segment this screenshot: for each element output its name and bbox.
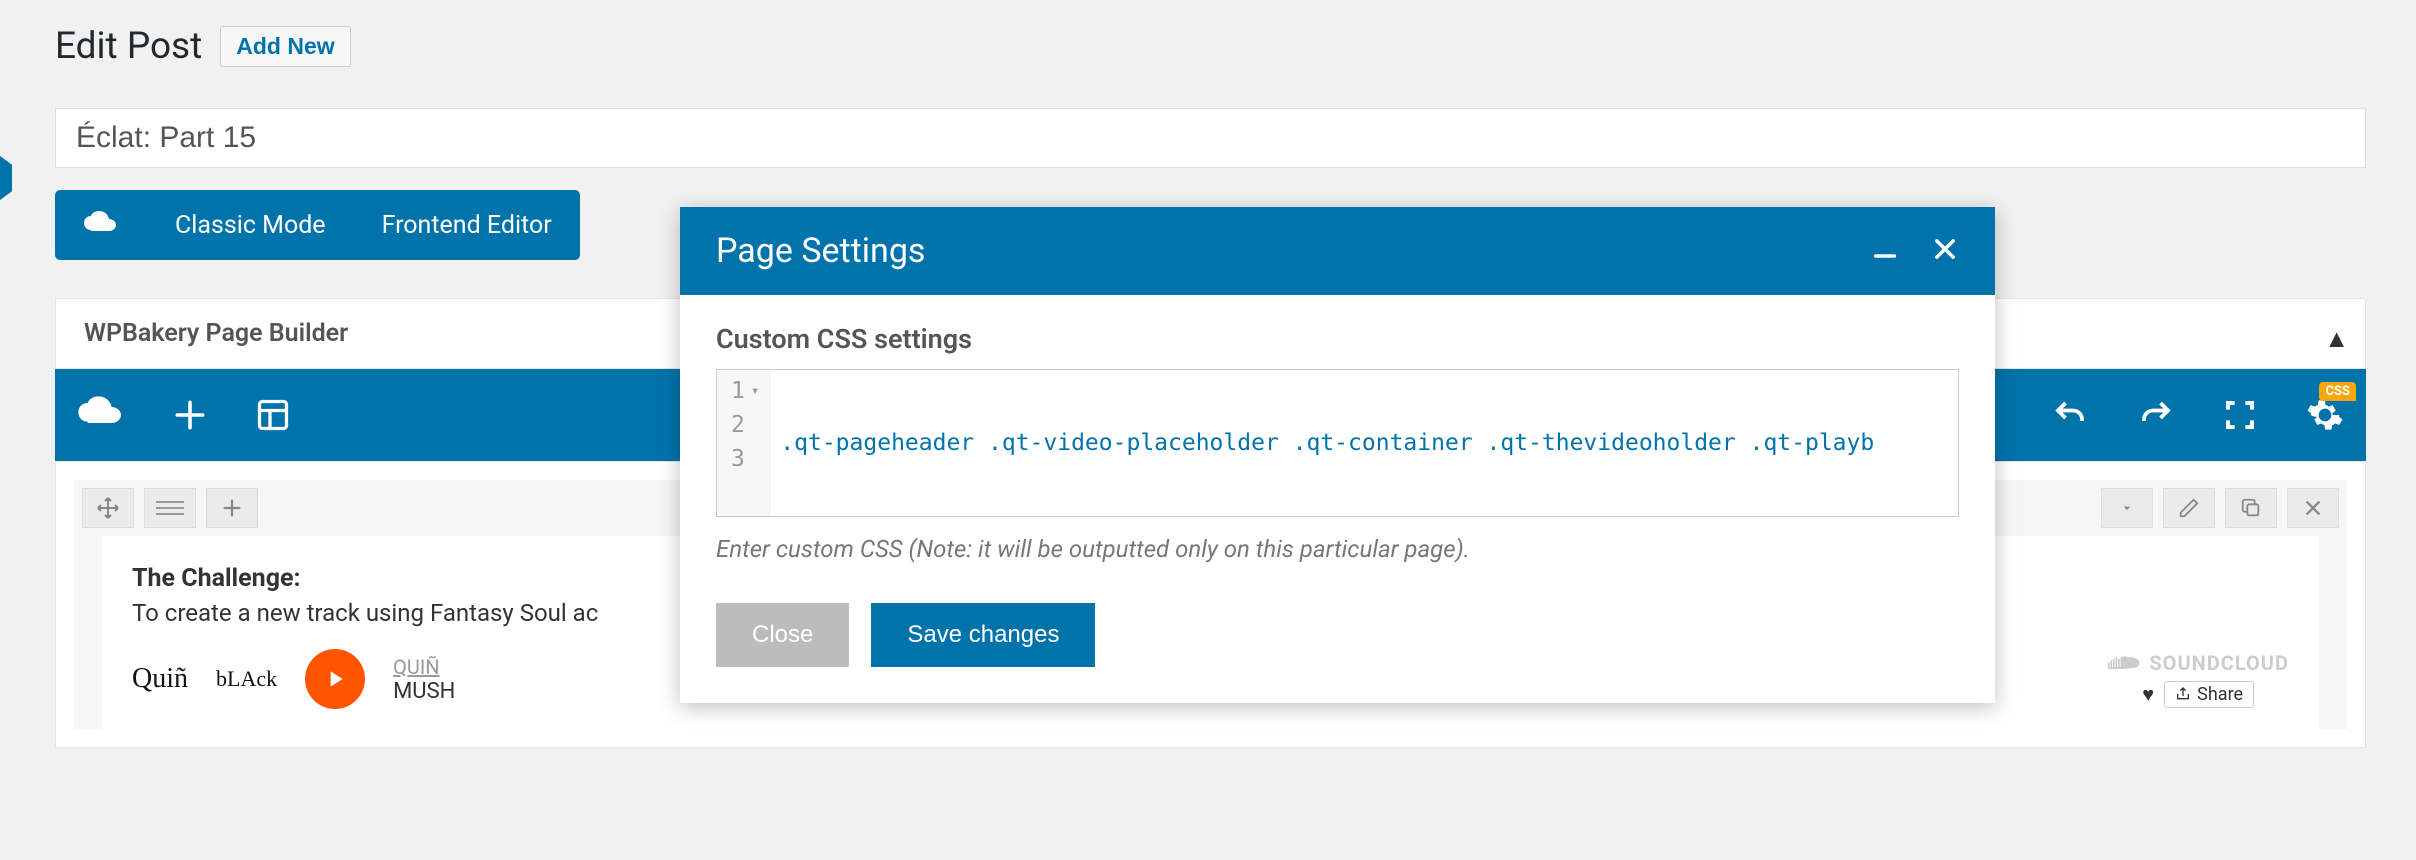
wpbakery-logo-icon[interactable]	[77, 395, 125, 435]
soundcloud-icon	[2107, 654, 2141, 672]
artist-script-1: Quiñ	[132, 663, 188, 695]
css-help-note: Enter custom CSS (Note: it will be outpu…	[716, 535, 1959, 563]
gear-icon	[2306, 396, 2344, 434]
fold-marker-icon: ▾	[751, 383, 759, 399]
edit-row-button[interactable]	[2163, 488, 2215, 528]
page-settings-gear-button[interactable]: CSS	[2306, 396, 2344, 434]
close-icon	[2302, 497, 2324, 519]
chevron-down-icon	[2119, 500, 2135, 516]
custom-css-label: Custom CSS settings	[716, 323, 1959, 355]
wpbakery-panel-title: WPBakery Page Builder	[84, 319, 348, 348]
add-new-button[interactable]: Add New	[220, 26, 350, 67]
builder-mode-bar: Classic Mode Frontend Editor	[55, 190, 580, 260]
soundcloud-logo[interactable]: SOUNDCLOUD	[2107, 651, 2289, 675]
clone-row-button[interactable]	[2225, 488, 2277, 528]
classic-mode-button[interactable]: Classic Mode	[147, 191, 354, 260]
pencil-icon	[2178, 497, 2200, 519]
plus-icon	[221, 497, 243, 519]
play-icon	[322, 666, 348, 692]
move-arrows-icon	[96, 496, 120, 520]
close-modal-button[interactable]	[1931, 235, 1959, 267]
post-title-input[interactable]	[55, 108, 2366, 168]
play-button[interactable]	[305, 649, 365, 709]
add-column-button[interactable]	[206, 488, 258, 528]
row-dropdown-button[interactable]	[2101, 488, 2153, 528]
row-layout-button[interactable]	[144, 488, 196, 528]
share-icon	[2175, 686, 2191, 702]
fullscreen-icon[interactable]	[2224, 399, 2256, 431]
modal-title: Page Settings	[716, 231, 925, 271]
share-button[interactable]: Share	[2164, 681, 2254, 708]
hamburger-icon	[156, 501, 184, 515]
wpbakery-icon	[83, 210, 119, 240]
artist-script-2: bLAck	[216, 666, 277, 692]
wpbakery-logo[interactable]	[55, 190, 147, 260]
modal-header[interactable]: Page Settings	[680, 207, 1995, 295]
delete-row-button[interactable]	[2287, 488, 2339, 528]
css-badge: CSS	[2319, 382, 2356, 401]
close-button[interactable]: Close	[716, 603, 849, 667]
copy-icon	[2240, 497, 2262, 519]
page-settings-modal: Page Settings Custom CSS settings 1▾ 2▾ …	[680, 207, 1995, 703]
undo-icon[interactable]	[2052, 397, 2088, 433]
track-title: MUSH	[393, 679, 455, 704]
minimize-icon	[1871, 235, 1899, 263]
page-header: Edit Post Add New	[55, 0, 2366, 68]
frontend-editor-button[interactable]: Frontend Editor	[354, 191, 580, 260]
close-icon	[1931, 235, 1959, 263]
redo-icon[interactable]	[2138, 397, 2174, 433]
page-title: Edit Post	[55, 25, 202, 68]
track-artist[interactable]: QUIÑ	[393, 655, 455, 679]
editor-gutter: 1▾ 2▾ 3▾	[717, 370, 770, 516]
templates-icon[interactable]	[255, 397, 291, 433]
move-row-button[interactable]	[82, 488, 134, 528]
css-code-editor[interactable]: 1▾ 2▾ 3▾ .qt-pageheader .qt-video-placeh…	[716, 369, 1959, 517]
collapse-caret-icon: ▲	[2324, 325, 2349, 354]
minimize-button[interactable]	[1871, 235, 1899, 267]
add-element-icon[interactable]	[173, 398, 207, 432]
like-button[interactable]: ♥	[2142, 682, 2154, 707]
save-changes-button[interactable]: Save changes	[871, 603, 1095, 667]
editor-content[interactable]: .qt-pageheader .qt-video-placeholder .qt…	[770, 370, 1958, 516]
